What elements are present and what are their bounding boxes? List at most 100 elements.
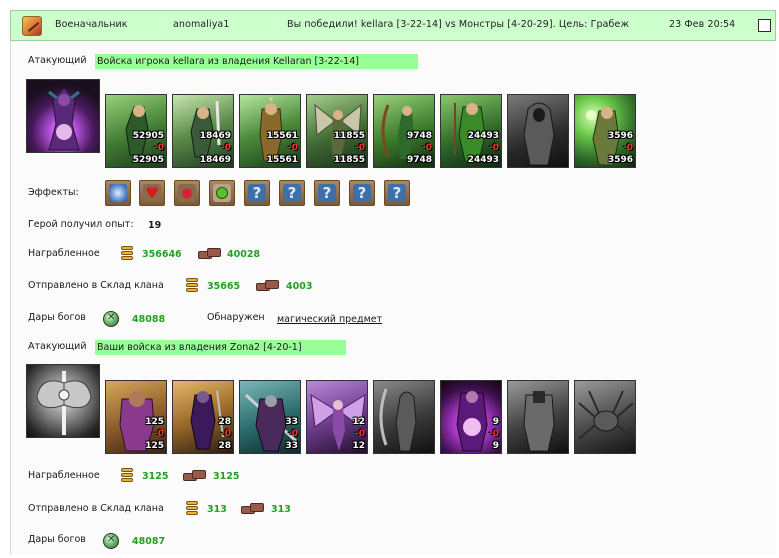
unit-count: 9748 xyxy=(406,131,432,141)
defender-unit-8[interactable] xyxy=(574,380,636,454)
unit-remaining: 18469 xyxy=(199,155,231,165)
attacker-unit-4[interactable]: 11855 -0 11855 xyxy=(306,94,368,168)
clan-ore: 4003 xyxy=(286,281,313,292)
unit-count: 24493 xyxy=(467,131,499,141)
attacker-unit-6[interactable]: 24493 -0 24493 xyxy=(440,94,502,168)
gold-icon xyxy=(185,499,199,517)
question-mark: ? xyxy=(392,184,402,202)
grey-knight-icon xyxy=(523,391,555,452)
player-role: Военачальник xyxy=(55,19,128,30)
attacker-unit-3[interactable]: 15561 -0 15561 xyxy=(239,94,301,168)
attacker-unit-1[interactable]: 52905 -0 52905 xyxy=(105,94,167,168)
gold-icon xyxy=(120,244,134,262)
unit-count: 3596 xyxy=(607,131,633,141)
looted-gold: 356646 xyxy=(142,249,182,260)
unit-remaining: 12 xyxy=(352,441,365,451)
defender-unit-3[interactable]: 33 -0 33 xyxy=(239,380,301,454)
question-mark: ? xyxy=(357,184,367,202)
defender-unit-5[interactable] xyxy=(373,380,435,454)
gifts-label: Дары богов xyxy=(28,312,86,323)
defender-clan-label: Отправлено в Склад клана xyxy=(28,503,164,514)
close-button[interactable] xyxy=(758,19,771,32)
hooded-unit-icon xyxy=(523,102,555,166)
unit-loss: -0 xyxy=(221,143,231,153)
defender-looted-label: Награбленное xyxy=(28,470,100,481)
defender-clan-ore: 313 xyxy=(271,504,291,515)
unknown-effect-icon[interactable]: ? xyxy=(349,180,375,206)
defender-label: Атакующий xyxy=(28,341,87,352)
ore-icon xyxy=(256,279,280,291)
unit-count: 9 xyxy=(492,417,499,427)
unit-count: 15561 xyxy=(266,131,298,141)
defender-hero-portrait[interactable] xyxy=(26,364,100,438)
cherries-icon[interactable]: ● xyxy=(174,180,200,206)
unit-remaining: 52905 xyxy=(132,155,164,165)
heart-icon[interactable]: ♥ xyxy=(139,180,165,206)
hero-exp-label: Герой получил опыт: xyxy=(28,219,134,230)
battle-icon[interactable] xyxy=(22,16,42,36)
axe-emblem-icon xyxy=(36,371,92,435)
clan-label: Отправлено в Склад клана xyxy=(28,280,164,291)
gold-icon xyxy=(120,466,134,484)
defender-unit-6[interactable]: 9 -0 9 xyxy=(440,380,502,454)
grey-spider-icon xyxy=(578,390,634,440)
defender-gifts-value: 48087 xyxy=(132,536,166,547)
unknown-effect-icon[interactable]: ? xyxy=(314,180,340,206)
clan-gold: 35665 xyxy=(207,281,241,292)
defender-unit-1[interactable]: 125 -0 125 xyxy=(105,380,167,454)
unit-remaining: 33 xyxy=(285,441,298,451)
unit-loss: -0 xyxy=(355,429,365,439)
attacker-hero-portrait[interactable] xyxy=(26,79,100,153)
battle-datetime: 23 Фев 20:54 xyxy=(669,19,736,30)
report-body: Атакующий Войска игрока kellara из владе… xyxy=(10,41,776,555)
unit-remaining: 24493 xyxy=(467,155,499,165)
unit-count: 18469 xyxy=(199,131,231,141)
unknown-effect-icon[interactable]: ? xyxy=(279,180,305,206)
battle-report-window: Военачальник anomaliya1 Вы победили! kel… xyxy=(0,0,779,558)
unit-remaining: 9 xyxy=(492,441,499,451)
unit-count: 11855 xyxy=(333,131,365,141)
attacker-unit-7[interactable] xyxy=(507,94,569,168)
attacker-unit-5[interactable]: 9748 -0 9748 xyxy=(373,94,435,168)
unit-loss: -0 xyxy=(221,429,231,439)
unit-remaining: 9748 xyxy=(406,155,432,165)
unit-remaining: 11855 xyxy=(333,155,365,165)
unit-loss: -0 xyxy=(489,143,499,153)
grey-archer-icon xyxy=(379,388,417,452)
found-item-link[interactable]: магический предмет xyxy=(277,314,382,325)
looted-ore: 40028 xyxy=(227,249,261,260)
gifts-value: 48088 xyxy=(132,314,166,325)
looted-label: Награбленное xyxy=(28,248,100,259)
unit-loss: -0 xyxy=(288,429,298,439)
hero-exp-value: 19 xyxy=(148,220,162,231)
unit-loss: -0 xyxy=(422,143,432,153)
gift-gem-icon xyxy=(103,311,119,327)
unit-count: 33 xyxy=(285,417,298,427)
unit-loss: -0 xyxy=(623,143,633,153)
shield-icon[interactable] xyxy=(105,180,131,206)
defender-looted-gold: 3125 xyxy=(142,471,169,482)
unit-loss: -0 xyxy=(154,143,164,153)
player-username[interactable]: anomaliya1 xyxy=(173,19,230,30)
effects-label: Эффекты: xyxy=(28,187,79,198)
potion-icon[interactable] xyxy=(209,180,235,206)
unknown-effect-icon[interactable]: ? xyxy=(244,180,270,206)
question-mark: ? xyxy=(322,184,332,202)
defender-unit-7[interactable] xyxy=(507,380,569,454)
unit-loss: -0 xyxy=(154,429,164,439)
unknown-effect-icon[interactable]: ? xyxy=(384,180,410,206)
attacker-unit-2[interactable]: 18469 -0 18469 xyxy=(172,94,234,168)
title-bar: Военачальник anomaliya1 Вы победили! kel… xyxy=(10,10,776,41)
unit-remaining: 125 xyxy=(145,441,164,451)
unit-loss: -0 xyxy=(355,143,365,153)
defender-looted-ore: 3125 xyxy=(213,471,240,482)
sorceress-figure xyxy=(48,87,80,151)
gold-icon xyxy=(185,276,199,294)
defender-banner: Ваши войска из владения Zona2 [4-20-1] xyxy=(95,340,346,355)
question-mark: ? xyxy=(287,184,297,202)
unit-count: 125 xyxy=(145,417,164,427)
defender-unit-2[interactable]: 28 -0 28 xyxy=(172,380,234,454)
defender-unit-4[interactable]: 12 -0 12 xyxy=(306,380,368,454)
attacker-unit-8[interactable]: 3596 -0 3596 xyxy=(574,94,636,168)
defender-gifts-label: Дары богов xyxy=(28,534,86,545)
